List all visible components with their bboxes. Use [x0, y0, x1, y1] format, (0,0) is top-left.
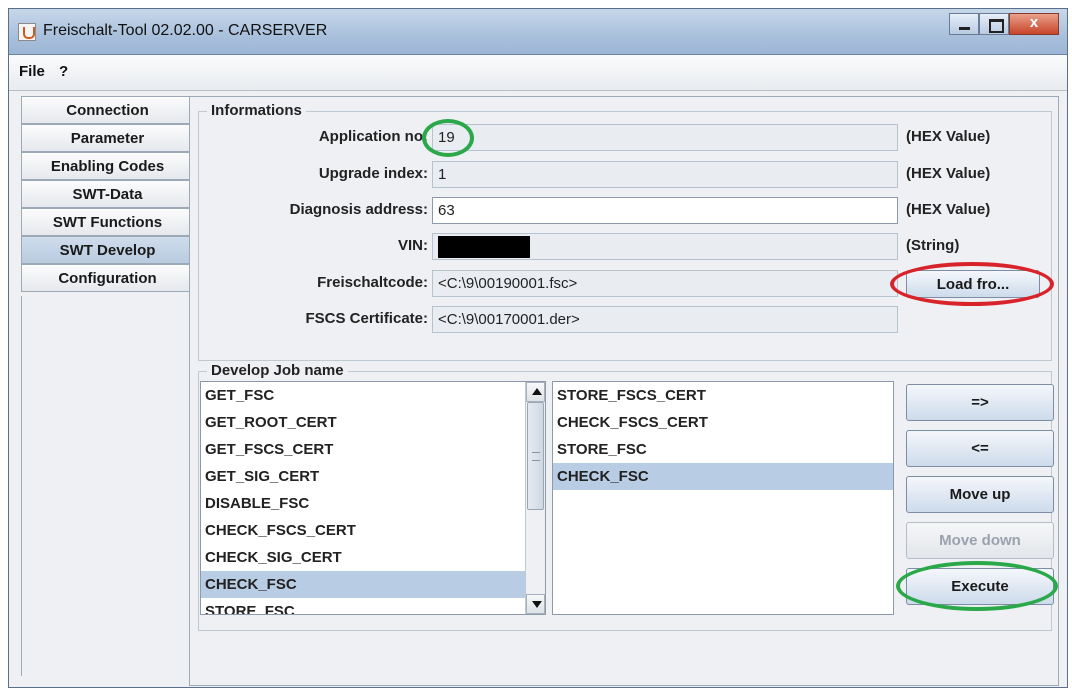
tab-strip-filler — [21, 296, 189, 676]
menu-file[interactable]: File — [19, 63, 45, 80]
develop-job-title: Develop Job name — [207, 362, 348, 379]
fscs-certificate-field[interactable]: <C:\9\00170001.der> — [432, 306, 898, 333]
remove-job-button[interactable]: <= — [906, 430, 1054, 467]
selected-jobs-list[interactable]: STORE_FSCS_CERT CHECK_FSCS_CERT STORE_FS… — [552, 381, 894, 615]
tab-parameter[interactable]: Parameter — [21, 124, 189, 152]
maximize-icon[interactable] — [979, 13, 1009, 35]
window-controls — [949, 13, 1059, 37]
list-item[interactable]: CHECK_FSCS_CERT — [201, 517, 545, 544]
upgrade-index-hint: (HEX Value) — [906, 165, 991, 182]
available-jobs-list[interactable]: GET_FSC GET_ROOT_CERT GET_FSCS_CERT GET_… — [200, 381, 546, 615]
tab-swt-data[interactable]: SWT-Data — [21, 180, 189, 208]
add-job-button[interactable]: => — [906, 384, 1054, 421]
move-down-button[interactable]: Move down — [906, 522, 1054, 559]
vin-field[interactable] — [432, 233, 898, 260]
move-up-button[interactable]: Move up — [906, 476, 1054, 513]
list-item[interactable]: DISABLE_FSC — [201, 490, 545, 517]
scroll-down-icon[interactable] — [526, 594, 545, 614]
available-jobs-scrollbar[interactable] — [525, 382, 545, 614]
java-app-icon — [18, 23, 36, 41]
fscs-certificate-label: FSCS Certificate: — [305, 310, 428, 327]
vin-label: VIN: — [398, 237, 428, 254]
menu-bar: File ? — [9, 55, 1067, 91]
tab-list: Connection Parameter Enabling Codes SWT-… — [21, 96, 189, 292]
list-item[interactable]: STORE_FSCS_CERT — [553, 382, 893, 409]
list-item-selected[interactable]: CHECK_FSC — [553, 463, 893, 490]
diagnosis-address-label: Diagnosis address: — [289, 201, 428, 218]
application-no-label: Application no: — [318, 128, 428, 145]
list-item[interactable]: GET_FSCS_CERT — [201, 436, 545, 463]
scroll-up-icon[interactable] — [526, 382, 545, 402]
tab-enabling-codes[interactable]: Enabling Codes — [21, 152, 189, 180]
window-title: Freischalt-Tool 02.02.00 - CARSERVER — [43, 22, 328, 39]
list-item[interactable]: CHECK_SIG_CERT — [201, 544, 545, 571]
informations-title: Informations — [207, 102, 306, 119]
content-area: Connection Parameter Enabling Codes SWT-… — [9, 92, 1067, 687]
tab-swt-functions[interactable]: SWT Functions — [21, 208, 189, 236]
close-icon[interactable] — [1009, 13, 1059, 35]
main-window: Freischalt-Tool 02.02.00 - CARSERVER Fil… — [8, 8, 1068, 688]
vin-hint: (String) — [906, 237, 960, 254]
title-bar[interactable]: Freischalt-Tool 02.02.00 - CARSERVER — [9, 9, 1067, 55]
list-item-selected[interactable]: CHECK_FSC — [201, 571, 545, 598]
scroll-thumb[interactable] — [527, 402, 544, 510]
freischaltcode-label: Freischaltcode: — [317, 274, 428, 291]
list-item[interactable]: STORE_FSC — [201, 598, 545, 614]
list-item[interactable]: GET_SIG_CERT — [201, 463, 545, 490]
freischaltcode-field[interactable]: <C:\9\00190001.fsc> — [432, 270, 898, 297]
minimize-icon[interactable] — [949, 13, 979, 35]
application-no-hint: (HEX Value) — [906, 128, 991, 145]
menu-help[interactable]: ? — [59, 63, 68, 80]
list-item[interactable]: CHECK_FSCS_CERT — [553, 409, 893, 436]
list-item[interactable]: GET_ROOT_CERT — [201, 409, 545, 436]
tab-configuration[interactable]: Configuration — [21, 264, 189, 292]
tab-swt-develop[interactable]: SWT Develop — [21, 236, 189, 264]
application-no-field[interactable]: 19 — [432, 124, 898, 151]
upgrade-index-label: Upgrade index: — [318, 165, 428, 182]
tab-connection[interactable]: Connection — [21, 96, 189, 124]
list-item[interactable]: GET_FSC — [201, 382, 545, 409]
list-item[interactable]: STORE_FSC — [553, 436, 893, 463]
swt-develop-panel: Informations Application no: 19 (HEX Val… — [189, 96, 1059, 686]
diagnosis-address-hint: (HEX Value) — [906, 201, 991, 218]
upgrade-index-field[interactable]: 1 — [432, 161, 898, 188]
diagnosis-address-field[interactable]: 63 — [432, 197, 898, 224]
vin-redaction — [438, 236, 530, 258]
load-from-button[interactable]: Load fro... — [906, 270, 1040, 298]
execute-button[interactable]: Execute — [906, 568, 1054, 605]
